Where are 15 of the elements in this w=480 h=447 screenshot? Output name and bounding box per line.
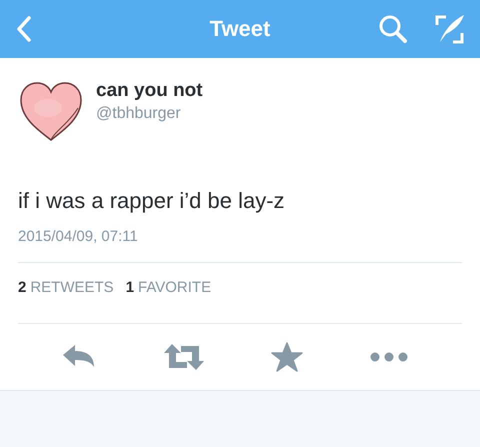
search-button[interactable] [378, 14, 408, 44]
tweet-timestamp: 2015/04/09, 07:11 [18, 228, 138, 245]
stat-label: FAVORITE [138, 279, 212, 298]
back-button[interactable] [16, 16, 32, 42]
compose-button[interactable] [434, 13, 466, 45]
favorite-button[interactable] [271, 342, 303, 372]
stat-label: RETWEETS [30, 279, 114, 298]
author-handle: @tbhburger [96, 105, 182, 123]
retweet-button[interactable] [163, 342, 205, 372]
author-name: can you not [96, 80, 203, 102]
tweet-text: if i was a rapper i’d be lay-z [18, 188, 286, 214]
stat-count: 2 [18, 279, 26, 298]
header-title: Tweet [210, 16, 270, 42]
stat-count: 1 [126, 279, 134, 298]
more-button[interactable] [369, 351, 409, 363]
